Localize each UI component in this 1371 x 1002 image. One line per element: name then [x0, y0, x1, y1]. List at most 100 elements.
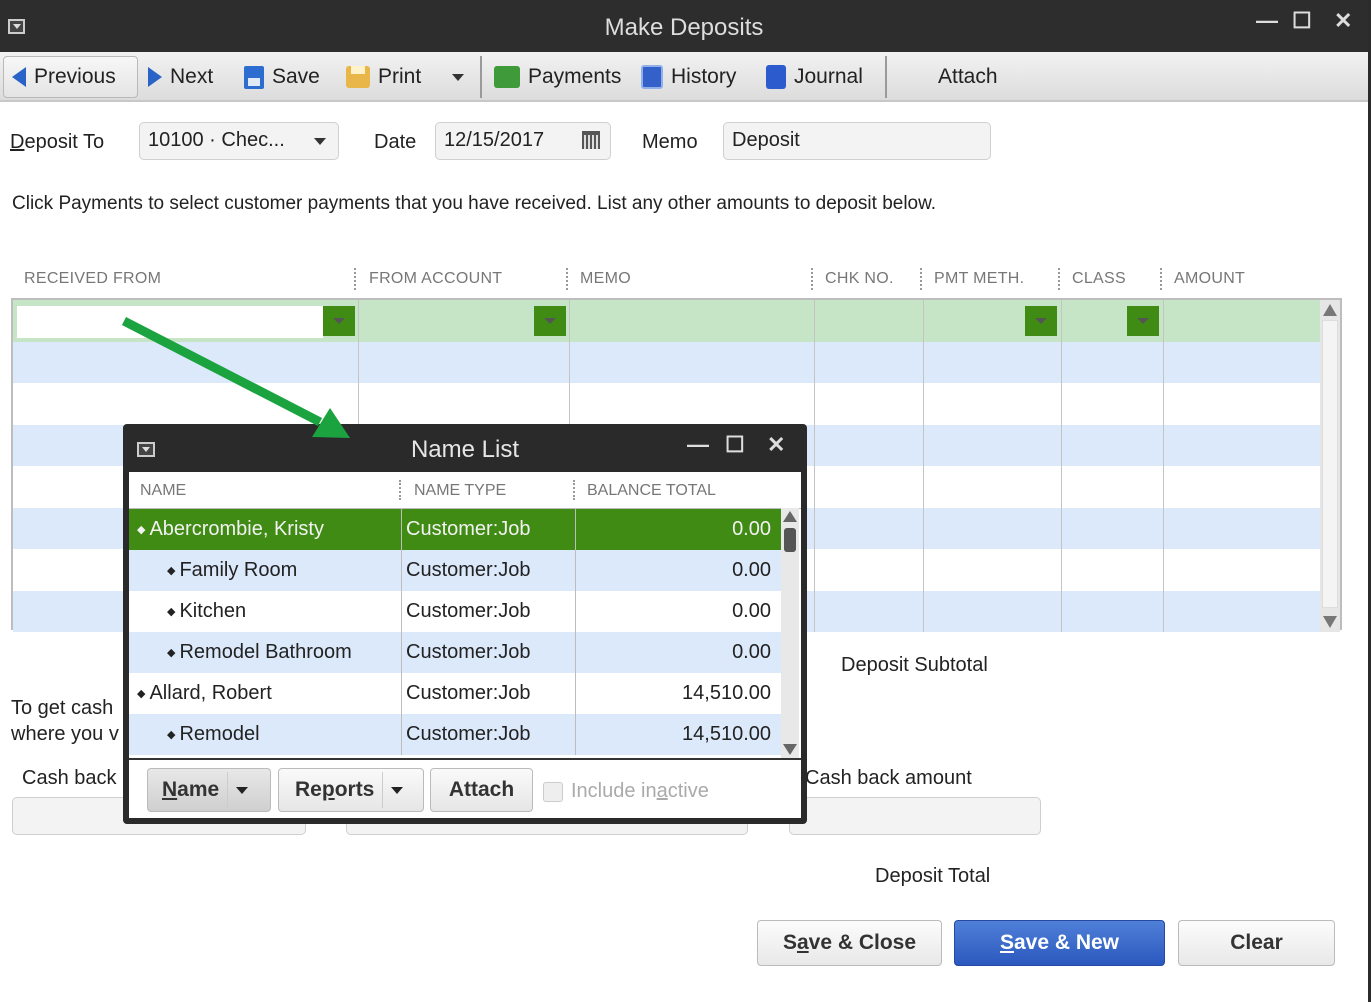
received-from-dropdown[interactable] — [323, 306, 355, 336]
date-input[interactable]: 12/15/2017 — [435, 122, 611, 160]
next-button[interactable]: Next — [148, 56, 213, 98]
col-name-type[interactable]: NAME TYPE — [414, 482, 506, 500]
close-button[interactable]: ✕ — [1334, 8, 1352, 34]
name-cell: ◆ Kitchen — [129, 591, 402, 632]
column-divider[interactable] — [1160, 268, 1162, 290]
print-dropdown-button[interactable] — [452, 56, 464, 98]
payments-label: Payments — [528, 65, 622, 88]
column-divider[interactable] — [920, 268, 922, 290]
save-close-button[interactable]: Sa ve & Close — [757, 920, 942, 966]
include-inactive-checkbox[interactable] — [543, 782, 563, 802]
scroll-down-icon[interactable] — [783, 744, 797, 755]
grid-row[interactable] — [13, 383, 1324, 425]
cash-back-amount-input[interactable] — [789, 797, 1041, 835]
col-amount[interactable]: AMOUNT — [1174, 270, 1245, 288]
diamond-bullet-icon: ◆ — [137, 688, 146, 700]
maximize-button[interactable]: ☐ — [725, 432, 745, 458]
col-pmt-meth[interactable]: PMT METH. — [934, 270, 1024, 288]
memo-input[interactable]: Deposit — [723, 122, 991, 160]
money-icon — [494, 66, 520, 88]
minimize-button[interactable]: — — [1256, 8, 1278, 34]
save-new-button[interactable]: Save & New — [954, 920, 1165, 966]
class-dropdown[interactable] — [1127, 306, 1159, 336]
close-button[interactable]: ✕ — [767, 432, 785, 458]
attach-button[interactable]: Attach — [430, 768, 533, 812]
column-divider[interactable] — [573, 480, 575, 500]
name-button-label: Name — [162, 778, 220, 801]
cash-back-instructions-1: To get cash — [11, 697, 114, 719]
journal-icon — [766, 65, 786, 89]
from-account-dropdown[interactable] — [534, 306, 566, 336]
column-divider[interactable] — [399, 480, 401, 500]
title-bar: Make Deposits — ☐ ✕ — [0, 0, 1368, 52]
col-balance-total[interactable]: BALANCE TOTAL — [587, 482, 716, 500]
balance-cell: 0.00 — [732, 518, 771, 540]
deposit-to-value: 10100 · Chec... — [148, 129, 285, 151]
col-chk-no[interactable]: CHK NO. — [825, 270, 894, 288]
name-menu-button[interactable]: Name — [147, 768, 271, 812]
instructions-text: Click Payments to select customer paymen… — [12, 193, 937, 214]
reports-menu-button[interactable]: Reports — [278, 768, 424, 812]
previous-button[interactable]: Previous — [3, 56, 138, 98]
name-cell: ◆ Abercrombie, Kristy — [129, 509, 402, 550]
reports-button-label: Reports — [295, 778, 375, 801]
clear-button[interactable]: Clear — [1178, 920, 1335, 966]
deposit-total-label: Deposit Total — [875, 865, 991, 887]
name-list-row[interactable]: ◆ Allard, Robert Customer:Job 14,510.00 — [129, 673, 781, 714]
memo-label: Memo — [642, 131, 698, 153]
name-cell: ◆ Allard, Robert — [129, 673, 402, 714]
balance-cell: 0.00 — [732, 600, 771, 622]
maximize-button[interactable]: ☐ — [1292, 8, 1312, 34]
grid-scrollbar[interactable] — [1320, 300, 1340, 632]
received-from-input[interactable] — [17, 306, 323, 338]
journal-button[interactable]: Journal — [766, 56, 863, 98]
name-cell: ◆ Family Room — [129, 550, 402, 591]
history-button[interactable]: History — [641, 56, 736, 98]
name-list-row[interactable]: ◆ Family Room Customer:Job 0.00 — [129, 550, 781, 591]
name-type-cell: Customer:Job — [402, 550, 576, 591]
grid-divider — [814, 300, 815, 632]
attach-label: Attach — [938, 65, 998, 88]
col-memo[interactable]: MEMO — [580, 270, 631, 288]
name-type-cell: Customer:Job — [402, 673, 576, 714]
calendar-icon[interactable] — [582, 131, 600, 149]
name-list-scrollbar[interactable] — [781, 508, 799, 758]
diamond-bullet-icon: ◆ — [167, 606, 176, 618]
minimize-button[interactable]: — — [687, 432, 709, 458]
column-divider[interactable] — [566, 268, 568, 290]
history-icon — [641, 65, 663, 89]
scroll-up-icon[interactable] — [783, 511, 797, 522]
chevron-down-icon — [314, 138, 326, 145]
name-list-body: NAME NAME TYPE BALANCE TOTAL ◆ Abercrombi… — [129, 472, 801, 818]
save-button[interactable]: Save — [244, 56, 320, 98]
name-list-row[interactable]: ◆ Kitchen Customer:Job 0.00 — [129, 591, 781, 632]
scroll-up-icon[interactable] — [1323, 304, 1337, 316]
col-class[interactable]: CLASS — [1072, 270, 1126, 288]
name-list-row[interactable]: ◆ Abercrombie, Kristy Customer:Job 0.00 — [129, 509, 781, 550]
chevron-down-icon — [452, 73, 464, 81]
col-name[interactable]: NAME — [140, 482, 186, 500]
scroll-thumb[interactable] — [784, 528, 796, 552]
scroll-track[interactable] — [1322, 320, 1338, 608]
name-list-footer: Name Reports Attach Include inactive — [129, 758, 801, 818]
grid-row[interactable] — [13, 341, 1324, 383]
print-button[interactable]: Print — [346, 56, 421, 98]
balance-cell: 14,510.00 — [682, 682, 771, 704]
deposit-to-select[interactable]: 10100 · Chec... — [139, 122, 339, 160]
col-from-account[interactable]: FROM ACCOUNT — [369, 270, 502, 288]
column-divider[interactable] — [354, 268, 356, 290]
name-cell: ◆ Remodel Bathroom — [129, 632, 402, 673]
column-divider[interactable] — [1058, 268, 1060, 290]
pmt-meth-dropdown[interactable] — [1025, 306, 1057, 336]
name-list-row[interactable]: ◆ Remodel Customer:Job 14,510.00 — [129, 714, 781, 755]
column-divider[interactable] — [811, 268, 813, 290]
arrow-right-icon — [148, 67, 162, 87]
scroll-down-icon[interactable] — [1323, 616, 1337, 628]
attach-button[interactable]: Attach — [938, 56, 998, 98]
name-list-row[interactable]: ◆ Remodel Bathroom Customer:Job 0.00 — [129, 632, 781, 673]
floppy-disk-icon — [244, 65, 264, 89]
balance-cell: 14,510.00 — [682, 723, 771, 745]
grid-divider — [1061, 300, 1062, 632]
col-received-from[interactable]: RECEIVED FROM — [24, 270, 161, 288]
payments-button[interactable]: Payments — [494, 56, 621, 98]
